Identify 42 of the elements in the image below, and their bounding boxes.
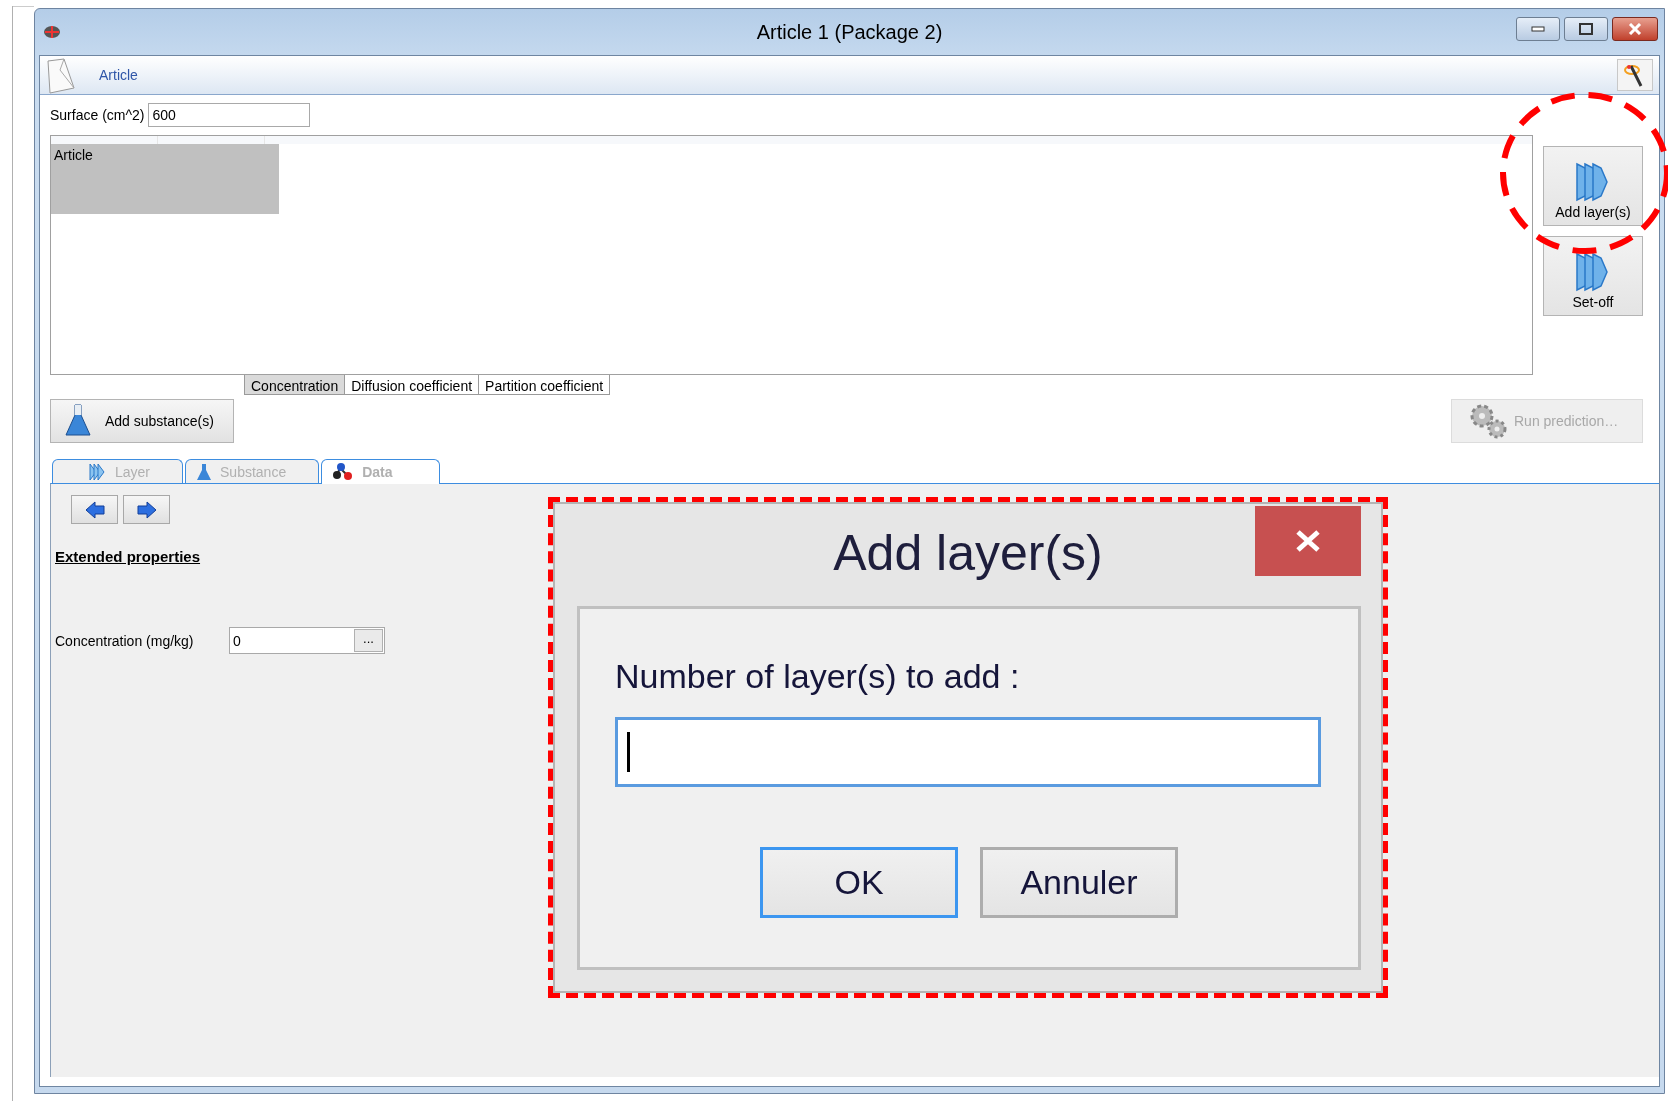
previous-button[interactable] (71, 495, 118, 524)
close-button[interactable] (1255, 506, 1361, 576)
ribbon-tab[interactable]: Article (99, 67, 138, 83)
input-field[interactable] (615, 717, 1321, 787)
left-arrow-icon (83, 499, 106, 520)
app-icon (43, 24, 61, 40)
add-substance-button[interactable]: Add substance(s) (50, 399, 234, 443)
layers-icon (1575, 252, 1611, 292)
close-icon (1627, 23, 1643, 35)
surface-field[interactable]: 600 (148, 103, 311, 127)
grid-cell[interactable]: Article (51, 144, 279, 214)
grid-tab[interactable]: Partition coefficient (478, 375, 611, 395)
surface-label: Surface (cm^2) (50, 107, 145, 123)
window-title: Article 1 (Package 2) (756, 20, 943, 44)
document-icon (46, 58, 76, 94)
maximize-icon (1579, 23, 1593, 35)
section-heading: Extended properties (55, 548, 201, 565)
maximize-button[interactable] (1564, 17, 1608, 41)
close-button[interactable] (1612, 17, 1658, 41)
minimize-button[interactable] (1516, 17, 1560, 41)
flask-icon (65, 404, 91, 438)
next-button[interactable] (123, 495, 170, 524)
field-value: 0 (233, 632, 241, 649)
grid-tab[interactable]: Concentration (244, 375, 346, 395)
close-icon (1295, 530, 1321, 552)
dialog-button[interactable]: Annuler (980, 847, 1178, 918)
layers-icon (89, 462, 107, 481)
prompt-label: Number of layer(s) to add : (615, 657, 1020, 696)
dialog-title: Add layer(s) (833, 524, 1103, 582)
right-arrow-icon (135, 499, 158, 520)
gears-icon (1468, 403, 1508, 439)
layers-icon (1575, 162, 1611, 202)
browse-button[interactable]: ... (354, 629, 383, 652)
wand-button[interactable] (1617, 59, 1653, 91)
layer-button[interactable]: Set-off (1543, 236, 1643, 316)
flask-icon (196, 462, 213, 481)
concentration-field[interactable]: 0 ... (229, 627, 385, 654)
dialog-button[interactable]: OK (760, 847, 958, 918)
minimize-icon (1531, 26, 1545, 32)
field-label: Concentration (mg/kg) (55, 632, 195, 649)
molecule-icon (332, 462, 355, 482)
layer-button[interactable]: Add layer(s) (1543, 146, 1643, 226)
